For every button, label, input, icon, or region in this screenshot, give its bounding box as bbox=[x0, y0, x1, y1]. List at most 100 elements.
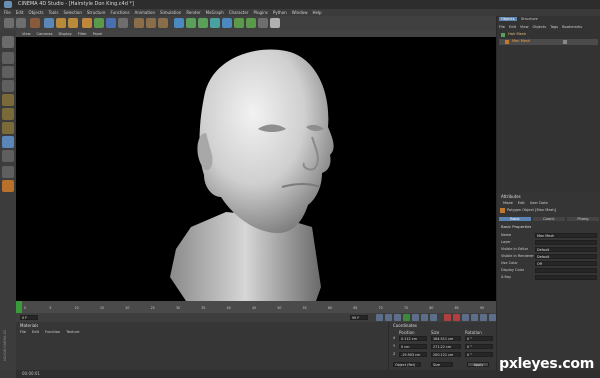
tab-objects[interactable]: Objects bbox=[499, 17, 517, 21]
apply-button[interactable]: Apply bbox=[467, 362, 489, 367]
snap-icon[interactable] bbox=[2, 166, 14, 178]
size-mode-select[interactable]: Size bbox=[431, 362, 453, 367]
material-menu-function[interactable]: Function bbox=[45, 330, 60, 334]
menu-item-selection[interactable]: Selection bbox=[63, 10, 81, 15]
coordinate-mode-select[interactable]: Object (Rel) bbox=[393, 362, 421, 367]
viewport-3d[interactable] bbox=[16, 37, 496, 301]
sculpt-icon[interactable] bbox=[2, 180, 14, 192]
y-axis-icon[interactable] bbox=[94, 18, 104, 28]
menu-item-character[interactable]: Character bbox=[229, 10, 249, 15]
spline-icon[interactable] bbox=[186, 18, 196, 28]
autokey-icon[interactable] bbox=[453, 314, 460, 321]
coordinate-system-icon[interactable] bbox=[118, 18, 128, 28]
timeline-ruler[interactable]: 0 5 10 15 20 25 30 35 40 45 50 55 60 65 70 75 80 85 90 bbox=[16, 301, 496, 313]
rotation-field[interactable]: 0 ° bbox=[465, 352, 493, 357]
menu-item-file[interactable]: File bbox=[4, 10, 11, 15]
phong-tag-icon[interactable] bbox=[563, 40, 567, 44]
tab-phong[interactable]: Phong bbox=[567, 217, 599, 221]
menu-item-structure[interactable]: Structure bbox=[87, 10, 106, 15]
menu-item-simulation[interactable]: Simulation bbox=[160, 10, 181, 15]
menu-item-python[interactable]: Python bbox=[273, 10, 287, 15]
camera-icon[interactable] bbox=[258, 18, 268, 28]
viewport-menu-filter[interactable]: Filter bbox=[78, 32, 87, 36]
attributes-menu-edit[interactable]: Edit bbox=[518, 201, 525, 205]
render-picture-viewer-icon[interactable] bbox=[146, 18, 156, 28]
polygons-mode-icon[interactable] bbox=[2, 122, 14, 134]
menu-item-help[interactable]: Help bbox=[312, 10, 321, 15]
workplane-icon[interactable] bbox=[2, 80, 14, 92]
previous-key-icon[interactable] bbox=[385, 314, 392, 321]
position-field[interactable]: -19.903 cm bbox=[399, 352, 427, 357]
light-icon[interactable] bbox=[270, 18, 280, 28]
model-mode-icon[interactable] bbox=[2, 52, 14, 64]
object-menu-file[interactable]: File bbox=[499, 25, 505, 29]
scene-icon[interactable] bbox=[234, 18, 244, 28]
object-menu-tags[interactable]: Tags bbox=[550, 25, 558, 29]
playhead-marker[interactable] bbox=[16, 301, 22, 313]
next-frame-icon[interactable] bbox=[412, 314, 419, 321]
keyframe-selection-icon[interactable] bbox=[462, 314, 469, 321]
size-field[interactable]: 164.511 cm bbox=[431, 336, 461, 341]
object-row-hair[interactable]: Hair Mesh bbox=[499, 32, 598, 38]
rotation-field[interactable]: 0 ° bbox=[465, 336, 493, 341]
object-menu-view[interactable]: View bbox=[520, 25, 529, 29]
viewport-menu-cameras[interactable]: Cameras bbox=[37, 32, 53, 36]
current-frame-field[interactable]: 0 F bbox=[20, 315, 38, 320]
object-menu-bookmarks[interactable]: Bookmarks bbox=[562, 25, 582, 29]
size-field[interactable]: 271.22 cm bbox=[431, 344, 461, 349]
move-tool-icon[interactable] bbox=[44, 18, 54, 28]
cube-icon[interactable] bbox=[174, 18, 184, 28]
array-icon[interactable] bbox=[210, 18, 220, 28]
rotation-key-icon[interactable] bbox=[489, 314, 496, 321]
menu-item-plugins[interactable]: Plugins bbox=[253, 10, 267, 15]
record-icon[interactable] bbox=[444, 314, 451, 321]
render-settings-icon[interactable] bbox=[158, 18, 168, 28]
position-field[interactable]: 0 cm bbox=[399, 344, 427, 349]
viewport-menu-display[interactable]: Display bbox=[59, 32, 72, 36]
edges-mode-icon[interactable] bbox=[2, 108, 14, 120]
position-key-icon[interactable] bbox=[471, 314, 478, 321]
tab-coord[interactable]: Coord. bbox=[533, 217, 565, 221]
redo-icon[interactable] bbox=[16, 18, 26, 28]
x-axis-icon[interactable] bbox=[82, 18, 92, 28]
attributes-menu-mode[interactable]: Mode bbox=[503, 201, 513, 205]
z-axis-icon[interactable] bbox=[106, 18, 116, 28]
go-to-start-icon[interactable] bbox=[376, 314, 383, 321]
menu-item-animation[interactable]: Animation bbox=[135, 10, 155, 15]
nurbs-icon[interactable] bbox=[198, 18, 208, 28]
environment-icon[interactable] bbox=[246, 18, 256, 28]
field-value[interactable] bbox=[535, 275, 597, 280]
viewport-menu-panel[interactable]: Panel bbox=[93, 32, 103, 36]
object-menu-objects[interactable]: Objects bbox=[533, 25, 547, 29]
field-value[interactable]: Default bbox=[535, 254, 597, 259]
menu-item-functions[interactable]: Functions bbox=[110, 10, 129, 15]
menu-item-objects[interactable]: Objects bbox=[28, 10, 43, 15]
attributes-menu-user-data[interactable]: User Data bbox=[530, 201, 548, 205]
go-to-end-icon[interactable] bbox=[430, 314, 437, 321]
field-value[interactable]: Default bbox=[535, 247, 597, 252]
position-field[interactable]: 0.112 cm bbox=[399, 336, 427, 341]
points-mode-icon[interactable] bbox=[2, 94, 14, 106]
axis-mode-icon[interactable] bbox=[2, 136, 14, 148]
play-icon[interactable] bbox=[403, 314, 410, 321]
rotate-tool-icon[interactable] bbox=[68, 18, 78, 28]
field-value[interactable] bbox=[535, 240, 597, 245]
tweak-mode-icon[interactable] bbox=[2, 150, 14, 162]
object-menu-edit[interactable]: Edit bbox=[509, 25, 516, 29]
menu-item-edit[interactable]: Edit bbox=[16, 10, 24, 15]
texture-mode-icon[interactable] bbox=[2, 66, 14, 78]
tab-basic[interactable]: Basic bbox=[499, 217, 531, 221]
undo-icon[interactable] bbox=[4, 18, 14, 28]
menu-item-mograph[interactable]: MoGraph bbox=[206, 10, 224, 15]
make-editable-icon[interactable] bbox=[2, 36, 14, 48]
field-value[interactable] bbox=[535, 268, 597, 273]
viewport-menu-view[interactable]: View bbox=[22, 32, 31, 36]
material-menu-file[interactable]: File bbox=[20, 330, 26, 334]
field-value[interactable]: Man Mesh bbox=[535, 233, 597, 238]
next-key-icon[interactable] bbox=[421, 314, 428, 321]
scale-key-icon[interactable] bbox=[480, 314, 487, 321]
menu-item-tools[interactable]: Tools bbox=[49, 10, 59, 15]
render-view-icon[interactable] bbox=[134, 18, 144, 28]
end-frame-field[interactable]: 90 F bbox=[350, 315, 368, 320]
deformer-icon[interactable] bbox=[222, 18, 232, 28]
